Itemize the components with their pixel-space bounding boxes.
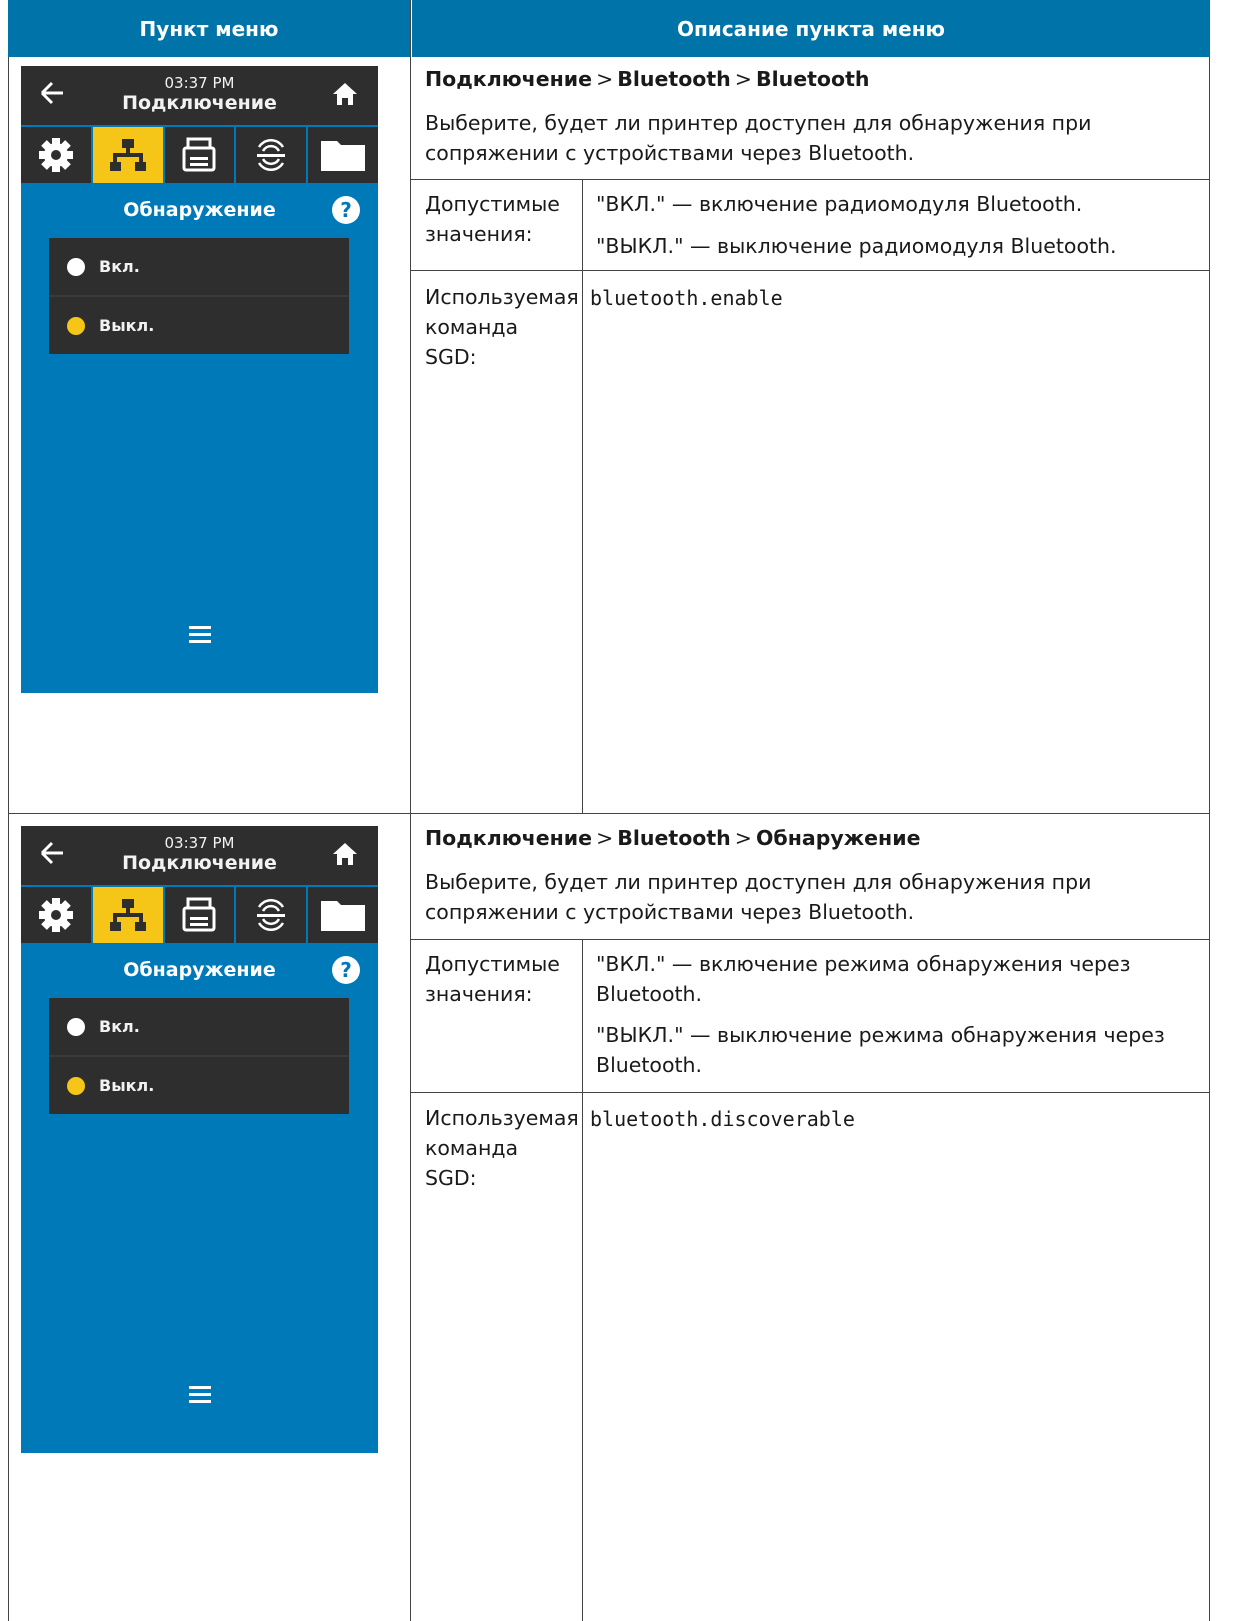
sgd-label: Используемая команда SGD: [425,285,579,369]
rfid-icon [257,138,286,172]
subrow-divider [410,270,1210,271]
folder-icon [321,141,366,171]
tab-bar [21,127,378,183]
breadcrumb-item: Обнаружение [755,826,921,850]
table-border-right [1209,57,1210,1621]
option-on[interactable]: Вкл. [49,998,349,1055]
radio-selected-icon [67,316,85,335]
subrow-divider [410,939,1210,940]
section-title: Обнаружение [123,959,276,981]
network-icon [109,899,146,931]
tab-rfid[interactable] [236,127,309,183]
home-icon[interactable] [332,81,358,107]
option-list: Вкл. Выкл. [49,998,349,1114]
option-label: Выкл. [99,1076,155,1095]
breadcrumb-item: Bluetooth [755,67,870,91]
breadcrumb-item: Bluetooth [617,67,731,91]
radio-icon [67,257,85,276]
value-on: "ВКЛ." — включение радиомодуля Bluetooth… [596,192,1083,216]
option-label: Вкл. [99,257,140,276]
value-on: "ВКЛ." — включение режима обнаружения че… [596,952,1131,1006]
tab-print[interactable] [165,887,237,943]
tab-rfid[interactable] [236,887,309,943]
folder-icon [321,901,366,931]
breadcrumb-separator: > [734,826,752,850]
sgd-command: bluetooth.discoverable [590,1107,855,1131]
subrow-divider [410,179,1210,180]
values-label: Допустимые значения: [425,952,560,1006]
header-menu-item: Пункт меню [8,0,410,57]
gear-icon [38,898,73,932]
printer-icon [182,897,216,932]
breadcrumb-separator: > [734,67,752,91]
option-label: Вкл. [99,1017,140,1036]
breadcrumb-item: Подключение [425,826,593,850]
option-off[interactable]: Выкл. [49,1055,349,1114]
tab-bar [21,887,378,943]
printer-icon [182,137,216,172]
radio-selected-icon [67,1076,85,1095]
option-label: Выкл. [99,316,155,335]
printer-screen: 03:37 PM Подключение Обнаружение ? Вкл. … [21,826,378,1453]
top-bar: 03:37 PM Подключение [21,66,378,125]
tab-connection[interactable] [92,127,165,183]
row-divider [8,813,1210,814]
value-off: "ВЫКЛ." — выключение радиомодуля Bluetoo… [596,234,1117,258]
radio-icon [67,1017,85,1036]
sgd-label: Используемая команда SGD: [425,1106,579,1190]
description: Выберите, будет ли принтер доступен для … [425,870,1092,924]
clock: 03:37 PM [164,74,235,92]
option-list: Вкл. Выкл. [49,238,349,354]
value-off: "ВЫКЛ." — выключение режима обнаружения … [596,1023,1165,1077]
breadcrumb: Подключение > Bluetooth > Обнаружение [425,826,920,850]
clock: 03:37 PM [164,834,235,852]
header-menu-description: Описание пункта меню [412,0,1210,57]
tab-connection[interactable] [92,887,165,943]
table-column-divider [410,0,411,1621]
tab-settings[interactable] [21,887,93,943]
breadcrumb-item: Bluetooth [617,826,731,850]
subrow-divider [410,1092,1210,1093]
tab-storage[interactable] [308,127,378,183]
subcol-divider [582,939,583,1621]
description: Выберите, будет ли принтер доступен для … [425,111,1092,165]
option-off[interactable]: Выкл. [49,295,349,354]
printer-screen: 03:37 PM Подключение Обнаружение ? Вкл. … [21,66,378,693]
sgd-command: bluetooth.enable [590,286,783,310]
breadcrumb-item: Подключение [425,67,593,91]
help-icon[interactable]: ? [332,196,360,224]
breadcrumb-separator: > [596,67,614,91]
rfid-icon [257,898,286,932]
tab-print[interactable] [165,127,237,183]
menu-icon[interactable] [189,1386,211,1407]
breadcrumb: Подключение > Bluetooth > Bluetooth [425,67,869,91]
section-title: Обнаружение [123,199,276,221]
menu-icon[interactable] [189,626,211,647]
help-icon[interactable]: ? [332,956,360,984]
values-label: Допустимые значения: [425,192,560,246]
screen-title: Подключение [122,852,277,874]
breadcrumb-separator: > [596,826,614,850]
home-icon[interactable] [332,841,358,867]
tab-settings[interactable] [21,127,93,183]
network-icon [109,139,146,171]
top-bar: 03:37 PM Подключение [21,826,378,885]
subcol-divider [582,179,583,813]
option-on[interactable]: Вкл. [49,238,349,295]
table-border-left [8,57,9,1621]
screen-title: Подключение [122,92,277,114]
gear-icon [38,138,73,172]
tab-storage[interactable] [308,887,378,943]
